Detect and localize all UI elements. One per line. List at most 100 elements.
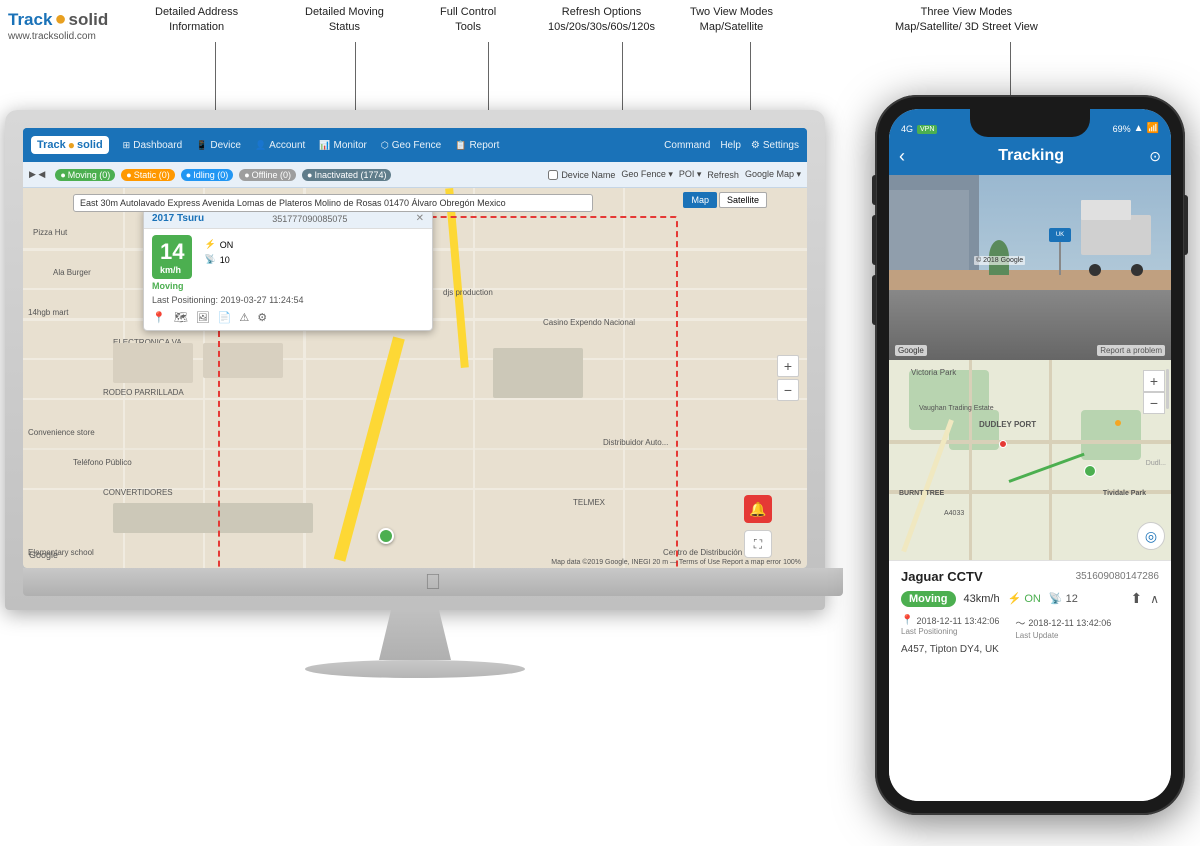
sv-google-logo: Google bbox=[895, 345, 927, 356]
alert-icon[interactable]: ⚠ bbox=[239, 311, 249, 324]
sv-report-problem[interactable]: Report a problem bbox=[1097, 345, 1165, 356]
back-button[interactable]: ‹ bbox=[899, 146, 905, 167]
map-footer: Map data ©2019 Google, INEGI 20 m — Term… bbox=[551, 559, 801, 566]
pm-road-v1 bbox=[969, 360, 972, 560]
map-type-dropdown[interactable]: Google Map ▾ bbox=[745, 169, 801, 180]
gps-count: 📡 12 bbox=[1049, 592, 1078, 605]
pm-label-burnttree: BURNT TREE bbox=[899, 490, 944, 497]
nav-geofence[interactable]: ⬡Geo Fence bbox=[381, 140, 441, 151]
toolbar-right: Device Name Geo Fence ▾ POI ▾ Refresh Go… bbox=[548, 169, 801, 180]
monitor-stand-neck bbox=[375, 610, 455, 660]
route-icon[interactable]: 🗺 bbox=[174, 311, 188, 324]
nav-right-icon[interactable]: ⊙ bbox=[1149, 148, 1161, 165]
nav-command[interactable]: Command bbox=[664, 140, 710, 151]
info-icon[interactable]: 📄 bbox=[218, 311, 232, 324]
pm-road-h1 bbox=[889, 440, 1171, 444]
apple-logo:  bbox=[425, 569, 442, 595]
poi-dropdown[interactable]: POI ▾ bbox=[679, 169, 702, 180]
map-label-5: RODEO PARRILLADA bbox=[103, 388, 184, 397]
chip-inactivated[interactable]: ● Inactivated (1774) bbox=[302, 169, 391, 181]
map-background: Pizza Hut Ala Burger 14hgb mart ELECTRON… bbox=[23, 188, 807, 568]
vol-down-button[interactable] bbox=[872, 275, 876, 325]
share-button[interactable]: ⬆ bbox=[1130, 590, 1142, 607]
loc-icon[interactable]: 📍 bbox=[152, 311, 166, 324]
nav-monitor[interactable]: 📊Monitor bbox=[319, 140, 367, 151]
gps-label: 10 bbox=[220, 255, 230, 265]
annotation-moving-status: Detailed MovingStatus bbox=[305, 5, 384, 36]
nav-device[interactable]: 📱Device bbox=[196, 140, 241, 151]
more-icon[interactable]: ⚙ bbox=[257, 311, 267, 324]
alert-button[interactable]: 🔔 bbox=[744, 495, 772, 523]
phone-zoom-controls: + − bbox=[1143, 370, 1165, 414]
wifi-icon: ▲ bbox=[1134, 123, 1144, 134]
vehicle-marker bbox=[378, 528, 394, 544]
battery-icon: 69% bbox=[1113, 124, 1131, 134]
annotation-detailed-address: Detailed AddressInformation bbox=[155, 5, 238, 36]
desktop-monitor: Track ● solid ⊞Dashboard 📱Device 👤Accoun… bbox=[0, 110, 830, 678]
arrow-line-refresh bbox=[622, 42, 623, 117]
phone-status-icons: 69% ▲ 📶 bbox=[1113, 123, 1159, 134]
nav-settings[interactable]: ⚙ Settings bbox=[751, 140, 799, 151]
device-name-checkbox[interactable] bbox=[548, 170, 558, 180]
nav-help[interactable]: Help bbox=[720, 140, 741, 151]
nav-title: Tracking bbox=[913, 147, 1149, 165]
power-button[interactable] bbox=[1184, 195, 1188, 255]
map-label-18: TELMEX bbox=[573, 498, 605, 507]
map-label-1: Pizza Hut bbox=[33, 228, 67, 237]
map-label-7: Teléfono Público bbox=[73, 458, 132, 467]
google-logo: Google bbox=[29, 550, 58, 560]
engine-status: ⚡ ON bbox=[1008, 592, 1041, 605]
zoom-in-btn[interactable]: + bbox=[777, 355, 799, 377]
vehicle-address: A457, Tipton DY4, UK bbox=[901, 644, 1159, 655]
zoom-out-btn[interactable]: − bbox=[777, 379, 799, 401]
locate-button[interactable]: ◎ bbox=[1137, 522, 1165, 550]
nav-account[interactable]: 👤Account bbox=[255, 140, 305, 151]
nav-dashboard[interactable]: ⊞Dashboard bbox=[123, 140, 182, 151]
map-label-15: Casino Expendo Nacional bbox=[543, 318, 635, 327]
info-header-row: Jaguar CCTV 351609080147286 bbox=[901, 569, 1159, 584]
tab-satellite[interactable]: Satellite bbox=[719, 192, 767, 208]
speed-badge: 14 km/h bbox=[152, 235, 192, 279]
chip-offline[interactable]: ● Offline (0) bbox=[239, 169, 296, 181]
phone-zoom-in[interactable]: + bbox=[1143, 370, 1165, 392]
status-label: Moving bbox=[152, 281, 192, 291]
arrow-line-twoview bbox=[750, 42, 751, 117]
popup-icons[interactable]: 📍 🗺 🖼 📄 ⚠ ⚙ bbox=[152, 311, 424, 324]
tracksolid-navbar: Track ● solid ⊞Dashboard 📱Device 👤Accoun… bbox=[23, 128, 807, 162]
pm-label-a4033: A4033 bbox=[944, 510, 964, 517]
nav-report[interactable]: 📋Report bbox=[455, 140, 499, 151]
chip-moving[interactable]: ● Moving (0) bbox=[55, 169, 115, 181]
popup-header: 2017 Tsuru 351777090085075 ✕ bbox=[144, 209, 432, 229]
annotation-refresh: Refresh Options10s/20s/30s/60s/120s bbox=[548, 5, 655, 36]
speed-display: 43km/h bbox=[964, 593, 1000, 605]
phone-zoom-out[interactable]: − bbox=[1143, 392, 1165, 414]
popup-close[interactable]: ✕ bbox=[416, 213, 424, 224]
annotation-two-view: Two View ModesMap/Satellite bbox=[690, 5, 773, 36]
phone-scrollbar[interactable] bbox=[1166, 369, 1169, 409]
status-row: Moving 43km/h ⚡ ON 📡 12 ⬆ ∧ bbox=[901, 590, 1159, 607]
monitor-chin:  bbox=[23, 568, 843, 596]
poi-marker-2 bbox=[1115, 420, 1121, 426]
street-view: UK Google Report a problem © 2018 Google bbox=[889, 175, 1171, 360]
sv-truck bbox=[1081, 215, 1151, 270]
last-positioning-time: 2018-12-11 13:42:06 bbox=[916, 616, 999, 626]
phone-map: Victoria Park DUDLEY PORT Vaughan Tradin… bbox=[889, 360, 1171, 560]
sv-sidewalk bbox=[889, 270, 1171, 290]
photo-icon[interactable]: 🖼 bbox=[196, 311, 210, 324]
brand-logo: Track ● solid www.tracksolid.com bbox=[8, 8, 108, 42]
fullscreen-btn[interactable]: ⛶ bbox=[744, 530, 772, 558]
annotation-full-control: Full ControlTools bbox=[440, 5, 496, 36]
map-label-14: djs production bbox=[443, 288, 493, 297]
tab-map[interactable]: Map bbox=[683, 192, 717, 208]
vol-up-button[interactable] bbox=[872, 215, 876, 265]
chip-static[interactable]: ● Static (0) bbox=[121, 169, 174, 181]
last-pos: Last Positioning: 2019-03-27 11:24:54 bbox=[152, 295, 424, 305]
map-label-3: 14hgb mart bbox=[28, 308, 68, 317]
refresh-btn[interactable]: Refresh bbox=[707, 170, 739, 180]
geofence-dropdown[interactable]: Geo Fence ▾ bbox=[621, 169, 673, 180]
mute-button[interactable] bbox=[872, 175, 876, 205]
pm-label-vaughan: Vaughan Trading Estate bbox=[919, 405, 994, 412]
chip-idling[interactable]: ● Idling (0) bbox=[181, 169, 233, 181]
expand-button[interactable]: ∧ bbox=[1150, 592, 1159, 606]
loc-pin-icon: 📍 bbox=[901, 615, 913, 626]
